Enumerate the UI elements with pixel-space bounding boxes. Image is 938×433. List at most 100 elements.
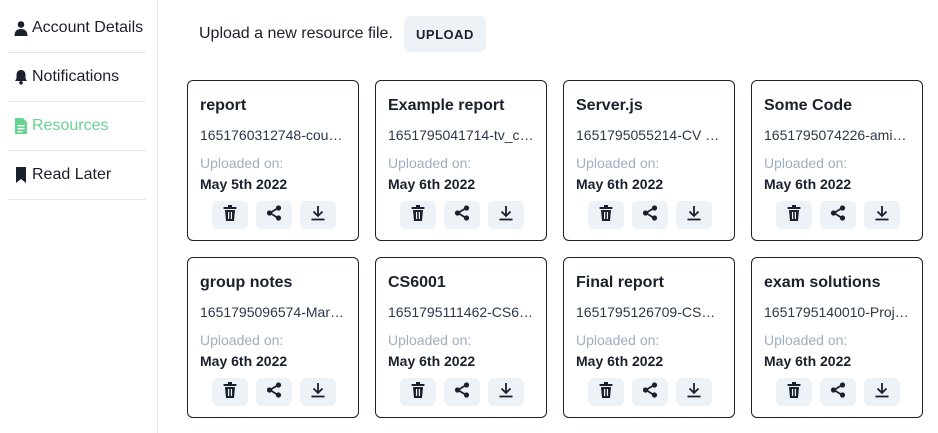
download-button[interactable] [488, 201, 524, 229]
card-actions [212, 378, 336, 406]
card-actions [776, 378, 900, 406]
trash-icon [411, 381, 425, 403]
card-actions [776, 201, 900, 229]
delete-button[interactable] [588, 378, 624, 406]
upload-date: May 6th 2022 [576, 176, 664, 192]
delete-button[interactable] [400, 378, 436, 406]
card-actions [588, 201, 712, 229]
upload-prompt: Upload a new resource file. [199, 25, 393, 42]
user-icon [11, 18, 31, 38]
download-icon [874, 382, 890, 403]
resource-card: Server.js 1651795055214-CV server.js Upl… [563, 80, 735, 241]
resource-title: report [200, 97, 247, 114]
delete-button[interactable] [776, 378, 812, 406]
delete-button[interactable] [776, 201, 812, 229]
download-button[interactable] [864, 201, 900, 229]
upload-date: May 6th 2022 [764, 176, 852, 192]
sidebar-item-label: Read Later [32, 166, 112, 183]
share-button[interactable] [444, 201, 480, 229]
uploaded-on-label: Uploaded on: [576, 332, 660, 348]
resource-filename: 1651795055214-CV server.js [576, 127, 722, 143]
sidebar-item-label: Resources [32, 117, 109, 134]
upload-button[interactable]: UPLOAD [404, 16, 486, 52]
card-actions [400, 378, 524, 406]
resource-card: exam solutions 1651795140010-Project.pdf… [751, 257, 923, 418]
download-icon [498, 382, 514, 403]
uploaded-on-label: Uploaded on: [764, 332, 848, 348]
resource-card: Final report 1651795126709-CS6000.pdf Up… [563, 257, 735, 418]
resource-title: CS6001 [388, 274, 446, 291]
resource-title: Some Code [764, 97, 853, 114]
trash-icon [223, 204, 237, 226]
download-button[interactable] [300, 378, 336, 406]
share-button[interactable] [820, 201, 856, 229]
trash-icon [787, 204, 801, 226]
share-icon [266, 204, 282, 226]
sidebar-item-label: Notifications [32, 68, 120, 85]
share-icon [830, 381, 846, 403]
card-actions [212, 201, 336, 229]
download-icon [498, 205, 514, 226]
upload-date: May 5th 2022 [200, 176, 288, 192]
resource-card: group notes 1651795096574-Markdown.md Up… [187, 257, 359, 418]
resource-card: Example report 1651795041714-tv_card.pdf… [375, 80, 547, 241]
share-button[interactable] [256, 201, 292, 229]
share-button[interactable] [820, 378, 856, 406]
sidebar-item-resources[interactable]: Resources [8, 102, 146, 151]
delete-button[interactable] [400, 201, 436, 229]
delete-button[interactable] [588, 201, 624, 229]
resource-filename: 1651760312748-course.pdf [200, 127, 346, 143]
resource-filename: 1651795096574-Markdown.md [200, 304, 346, 320]
trash-icon [599, 204, 613, 226]
resource-filename: 1651795074226-amino.py [764, 127, 910, 143]
upload-date: May 6th 2022 [388, 176, 476, 192]
upload-date: May 6th 2022 [200, 353, 288, 369]
delete-button[interactable] [212, 378, 248, 406]
sidebar-item-notifications[interactable]: Notifications [8, 53, 146, 102]
share-button[interactable] [256, 378, 292, 406]
trash-icon [223, 381, 237, 403]
download-button[interactable] [676, 378, 712, 406]
share-icon [642, 381, 658, 403]
trash-icon [599, 381, 613, 403]
resource-filename: 1651795140010-Project.pdf [764, 304, 910, 320]
resource-card: Some Code 1651795074226-amino.py Uploade… [751, 80, 923, 241]
share-icon [266, 381, 282, 403]
download-button[interactable] [864, 378, 900, 406]
download-icon [686, 382, 702, 403]
sidebar: Account Details Notifications Resources … [0, 0, 158, 433]
upload-date: May 6th 2022 [764, 353, 852, 369]
share-button[interactable] [444, 378, 480, 406]
uploaded-on-label: Uploaded on: [200, 332, 284, 348]
upload-date: May 6th 2022 [576, 353, 664, 369]
share-button[interactable] [632, 378, 668, 406]
uploaded-on-label: Uploaded on: [576, 155, 660, 171]
download-icon [686, 205, 702, 226]
resource-title: group notes [200, 274, 293, 291]
card-actions [588, 378, 712, 406]
resource-title: exam solutions [764, 274, 881, 291]
resource-filename: 1651795126709-CS6000.pdf [576, 304, 722, 320]
sidebar-item-label: Account Details [32, 19, 144, 36]
download-icon [310, 382, 326, 403]
download-button[interactable] [300, 201, 336, 229]
uploaded-on-label: Uploaded on: [388, 155, 472, 171]
sidebar-item-read-later[interactable]: Read Later [8, 151, 146, 200]
uploaded-on-label: Uploaded on: [200, 155, 284, 171]
download-icon [874, 205, 890, 226]
share-button[interactable] [632, 201, 668, 229]
download-button[interactable] [676, 201, 712, 229]
resource-filename: 1651795111462-CS6001.pdf [388, 304, 534, 320]
document-icon [11, 116, 31, 136]
share-icon [642, 204, 658, 226]
resource-card: report 1651760312748-course.pdf Uploaded… [187, 80, 359, 241]
resource-filename: 1651795041714-tv_card.pdf [388, 127, 534, 143]
resource-title: Final report [576, 274, 665, 291]
download-button[interactable] [488, 378, 524, 406]
download-icon [310, 205, 326, 226]
resource-title: Example report [388, 97, 505, 114]
sidebar-item-account-details[interactable]: Account Details [8, 4, 146, 53]
share-icon [454, 381, 470, 403]
delete-button[interactable] [212, 201, 248, 229]
card-actions [400, 201, 524, 229]
